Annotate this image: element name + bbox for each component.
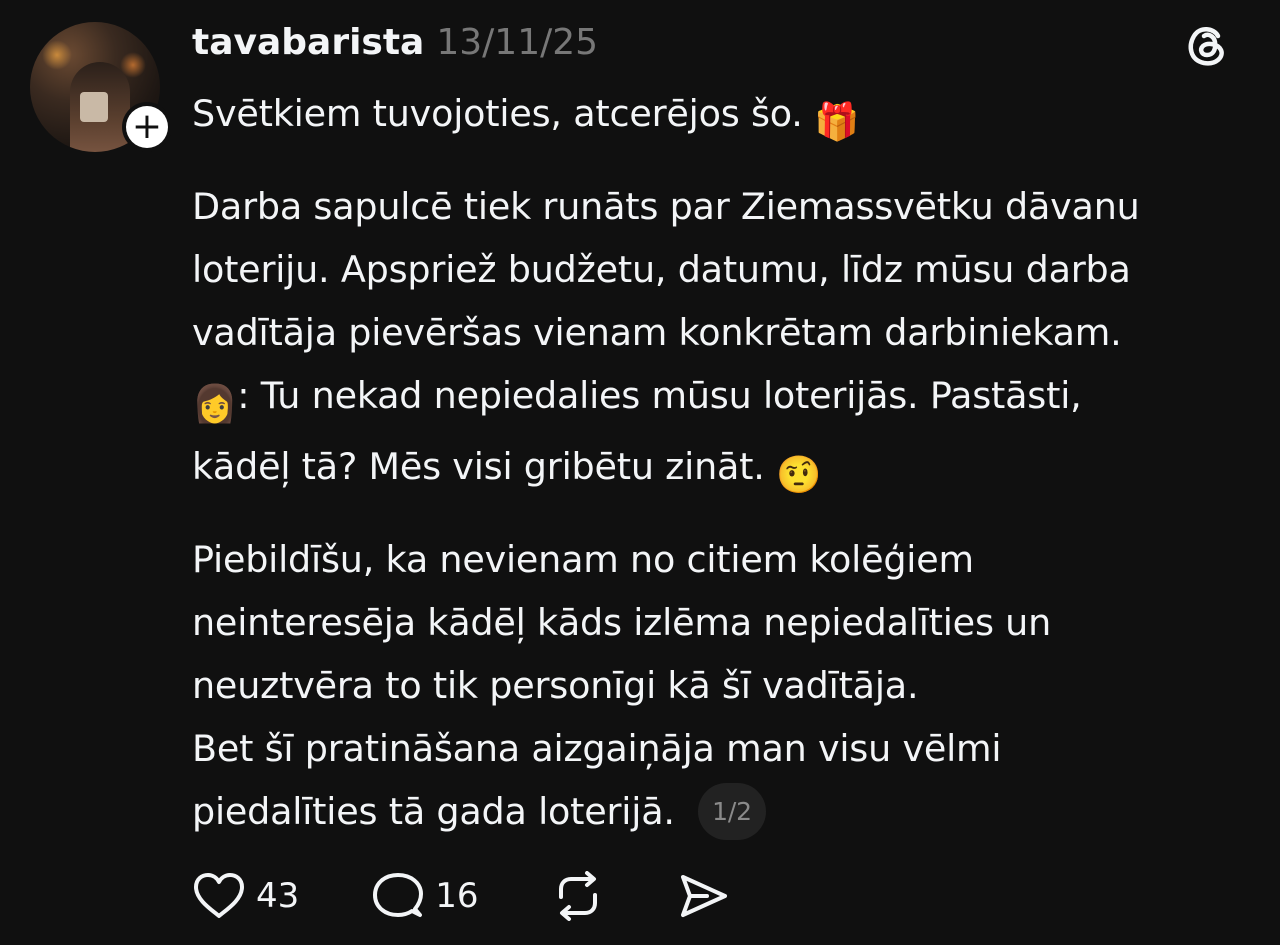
post-text-line: Darba sapulcē tiek runāts par Ziemassvēt…: [192, 185, 1140, 228]
post-text-line: neuztvēra to tik personīgi kā šī vadītāj…: [192, 664, 919, 707]
share-button[interactable]: [677, 871, 731, 921]
post-actions: 43 16: [192, 866, 803, 926]
post-text-line: Bet šī pratināšana aizgaiņāja man visu v…: [192, 727, 1002, 770]
page-indicator: 1/2: [698, 783, 766, 840]
post-text-line: Svētkiem tuvojoties, atcerējos šo.: [192, 92, 803, 135]
comment-icon: [371, 871, 425, 921]
reply-count: 16: [435, 876, 479, 916]
follow-button[interactable]: +: [122, 102, 172, 152]
repost-icon: [551, 871, 605, 921]
avatar-cup: [80, 92, 108, 122]
post-paragraph: Svētkiem tuvojoties, atcerējos šo. 🎁: [192, 82, 1252, 153]
post-paragraph: Darba sapulcē tiek runāts par Ziemassvēt…: [192, 175, 1252, 506]
post-paragraph: Piebildīšu, ka nevienam no citiem kolēģi…: [192, 528, 1252, 843]
post-body: Svētkiem tuvojoties, atcerējos šo. 🎁 Dar…: [192, 82, 1252, 843]
post-timestamp: 13/11/25: [436, 22, 599, 63]
post-text-line: piedalīties tā gada loterijā.: [192, 790, 675, 833]
post-text-line: vadītāja pievēršas vienam konkrētam darb…: [192, 311, 1122, 354]
woman-emoji: 👩: [192, 382, 238, 425]
avatar-light-spot: [42, 40, 72, 70]
repost-button[interactable]: [551, 871, 605, 921]
author-avatar-container[interactable]: +: [30, 22, 172, 152]
reply-button[interactable]: 16: [371, 871, 479, 921]
post-text-line: loteriju. Apspriež budžetu, datumu, līdz…: [192, 248, 1131, 291]
like-count: 43: [256, 876, 300, 916]
raised-eyebrow-emoji: 🤨: [776, 453, 822, 496]
post-header: tavabarista 13/11/25: [192, 22, 598, 70]
post-text-line: Piebildīšu, ka nevienam no citiem kolēģi…: [192, 538, 974, 581]
plus-icon: +: [126, 106, 168, 148]
like-button[interactable]: 43: [192, 871, 299, 921]
send-icon: [677, 871, 731, 921]
heart-icon: [192, 871, 246, 921]
username[interactable]: tavabarista: [192, 22, 424, 63]
post-text-line: : Tu nekad nepiedalies mūsu loterijās. P…: [237, 374, 1082, 417]
post-text-line: neinteresēja kādēļ kāds izlēma nepiedalī…: [192, 601, 1052, 644]
gift-emoji: 🎁: [814, 100, 860, 143]
threads-logo-icon[interactable]: [1184, 22, 1230, 68]
post-text-line: kādēļ tā? Mēs visi gribētu zināt.: [192, 445, 765, 488]
